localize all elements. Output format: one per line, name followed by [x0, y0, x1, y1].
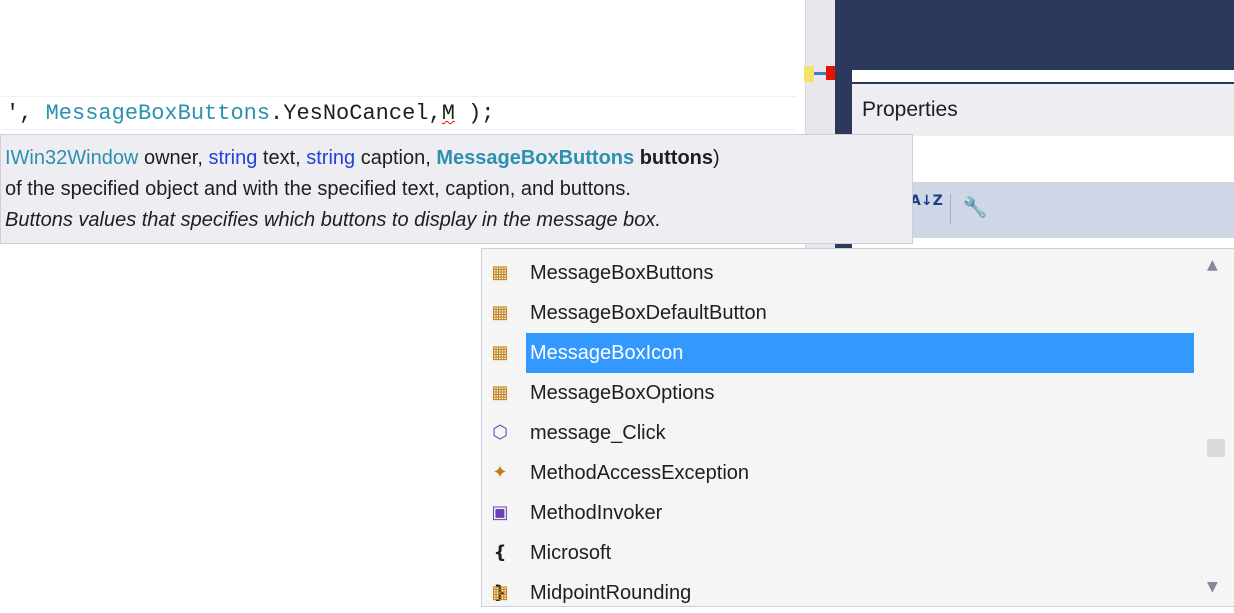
completion-item-label: message_Click: [530, 422, 666, 444]
completion-item-label: MethodAccessException: [530, 462, 750, 484]
sig-param: text,: [257, 147, 307, 169]
toolbar-separator: [950, 194, 951, 224]
code-line[interactable]: ', MessageBoxButtons.YesNoCancel,M );: [0, 96, 796, 130]
completion-list[interactable]: ▦ MessageBoxButtons ▦ MessageBoxDefaultButt…: [481, 248, 1234, 607]
completion-item-label: MessageBoxDefaultButton: [530, 302, 767, 324]
completion-item[interactable]: ▣ MethodInvoker: [482, 493, 1198, 533]
parameter-info-tooltip: IWin32Window owner, string text, string …: [0, 134, 913, 244]
completion-item-label: Microsoft: [530, 542, 612, 564]
sort-alphabetical-button[interactable]: A↓Z: [910, 193, 943, 224]
enum-icon: ▦: [491, 302, 509, 323]
sig-current-type: MessageBoxButtons: [436, 147, 635, 169]
code-prefix: ',: [6, 101, 46, 126]
enum-icon: ▦: [491, 382, 509, 403]
tooltip-summary: of the specified object and with the spe…: [5, 178, 631, 200]
sig-param: caption,: [355, 147, 437, 169]
completion-scrollbar[interactable]: ▲ ▼: [1197, 249, 1234, 606]
wrench-icon[interactable]: 🔧: [962, 194, 988, 220]
sig-close: ): [713, 147, 720, 169]
enum-icon: ▦: [491, 582, 509, 603]
sig-current-param: buttons: [639, 147, 714, 169]
completion-item[interactable]: ▦ MessageBoxDefaultButton: [482, 293, 1198, 333]
code-suffix: );: [454, 101, 495, 126]
sort-az-icon: A↓Z: [910, 193, 943, 209]
delegate-icon: ▣: [491, 502, 509, 523]
code-type-token: MessageBoxButtons: [45, 101, 271, 126]
properties-title: Properties: [862, 98, 958, 121]
completion-item[interactable]: ✦ MethodAccessException: [482, 453, 1198, 493]
sig-param: owner,: [138, 147, 209, 169]
scroll-down-icon[interactable]: ▼: [1207, 579, 1218, 595]
completion-item-label: MessageBoxOptions: [530, 382, 715, 404]
sig-keyword: string: [306, 147, 356, 169]
completion-item-label: MethodInvoker: [530, 502, 663, 524]
completion-item-label: MessageBoxButtons: [530, 262, 714, 284]
completion-item[interactable]: ▦ MessageBoxIcon: [482, 333, 1198, 373]
scroll-thumb[interactable]: [1207, 439, 1225, 457]
tooltip-signature: IWin32Window owner, string text, string …: [5, 143, 912, 174]
enum-icon: ▦: [491, 262, 509, 283]
tooltip-param-description: Buttons values that specifies which butt…: [5, 209, 661, 231]
properties-panel-top: [852, 0, 1234, 70]
code-member: .YesNoCancel,: [270, 101, 442, 126]
completion-item[interactable]: ▦ MessageBoxButtons: [482, 253, 1198, 293]
enum-icon: ▦: [491, 342, 509, 363]
properties-header: Properties: [852, 82, 1234, 136]
completion-items: ▦ MessageBoxButtons ▦ MessageBoxDefaultButt…: [482, 253, 1198, 613]
scroll-marker-change: [804, 66, 814, 82]
sig-type: IWin32Window: [5, 147, 139, 169]
exception-class-icon: ✦: [492, 462, 508, 483]
code-typed-char: M: [441, 101, 455, 126]
completion-item[interactable]: ▦ MessageBoxOptions: [482, 373, 1198, 413]
completion-item-label: MidpointRounding: [530, 582, 692, 604]
completion-item[interactable]: ⬡ message_Click: [482, 413, 1198, 453]
completion-item-label: MessageBoxIcon: [526, 333, 1194, 373]
completion-item[interactable]: { } Microsoft: [482, 533, 1198, 603]
private-method-icon: ⬡: [492, 422, 508, 443]
scroll-up-icon[interactable]: ▲: [1207, 257, 1218, 273]
completion-item[interactable]: ▦ MidpointRounding: [482, 573, 1198, 613]
sig-keyword: string: [208, 147, 258, 169]
